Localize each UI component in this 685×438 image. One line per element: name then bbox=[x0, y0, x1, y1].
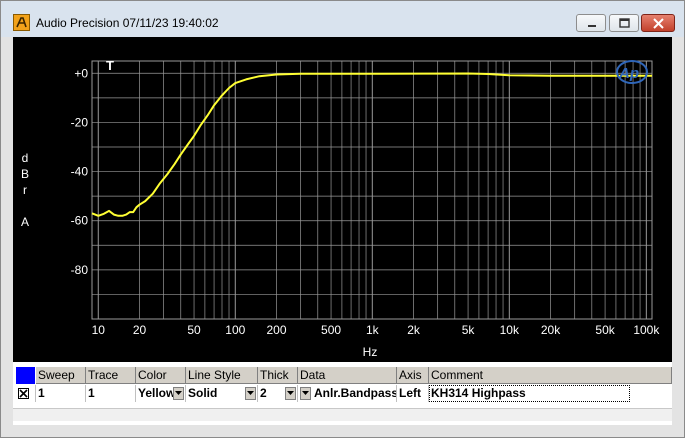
trace-cell[interactable]: 1 bbox=[86, 385, 136, 402]
column-header-data[interactable]: Data bbox=[298, 367, 397, 384]
minimize-button[interactable] bbox=[576, 14, 606, 32]
axis-cell[interactable]: Left bbox=[397, 385, 429, 402]
x-tick-label: 10k bbox=[500, 323, 520, 337]
y-tick-label: -80 bbox=[71, 263, 89, 277]
ap-logo-text: Ap bbox=[618, 65, 639, 82]
graph-panel: 10 20 50 100 200 500 1k 2k 5k 10k 20k 50k 100k +0 -20 -… bbox=[13, 37, 672, 425]
line-style-value: Solid bbox=[188, 386, 218, 400]
chart-ticks: 10 20 50 100 200 500 1k 2k 5k 10k 20k 50k 100k +0 -20 -… bbox=[71, 66, 661, 337]
y-tick-label: +0 bbox=[74, 66, 88, 80]
x-tick-label: 1k bbox=[366, 323, 380, 337]
maximize-icon bbox=[619, 18, 630, 28]
color-select[interactable]: Yellow bbox=[136, 385, 186, 402]
data-value: Anlr.Bandpass bbox=[314, 386, 397, 400]
column-header-axis[interactable]: Axis bbox=[397, 367, 429, 384]
x-tick-label: 50 bbox=[187, 323, 201, 337]
line-style-select[interactable]: Solid bbox=[186, 385, 258, 402]
x-tick-label: 10 bbox=[92, 323, 106, 337]
column-header-sweep[interactable]: Sweep bbox=[36, 367, 86, 384]
x-tick-label: 20 bbox=[133, 323, 147, 337]
x-axis-label: Hz bbox=[363, 345, 378, 359]
close-icon bbox=[653, 18, 664, 29]
table-row[interactable]: 1 1 Yellow Solid 2 Anlr.Bandpass Left KH… bbox=[13, 385, 672, 402]
x-tick-label: 5k bbox=[462, 323, 476, 337]
enabled-cell[interactable] bbox=[13, 385, 36, 402]
sweep-table[interactable]: Sweep Trace Color Line Style Thick Data … bbox=[13, 362, 672, 425]
sweep-cell[interactable]: 1 bbox=[36, 385, 86, 402]
column-header-comment[interactable]: Comment bbox=[429, 367, 672, 384]
line-style-dropdown-button[interactable] bbox=[245, 387, 256, 400]
y-tick-label: -60 bbox=[71, 214, 89, 228]
thick-value: 2 bbox=[260, 386, 267, 400]
color-value: Yellow bbox=[138, 386, 176, 400]
data-dropdown-button[interactable] bbox=[300, 387, 311, 400]
chevron-down-icon bbox=[175, 391, 182, 395]
x-tick-label: 200 bbox=[267, 323, 287, 337]
y-axis-label: d B r A bbox=[21, 151, 29, 229]
trace-marker: T bbox=[106, 58, 114, 73]
column-header-line-style[interactable]: Line Style bbox=[186, 367, 258, 384]
check-x-icon bbox=[19, 389, 28, 398]
x-tick-label: 100k bbox=[633, 323, 660, 337]
column-header-thick[interactable]: Thick bbox=[258, 367, 298, 384]
ap-logo-icon[interactable] bbox=[13, 14, 30, 31]
window-title: Audio Precision 07/11/23 19:40:02 bbox=[36, 16, 219, 30]
sweep-table-selector[interactable] bbox=[16, 367, 35, 384]
x-tick-label: 50k bbox=[595, 323, 615, 337]
x-tick-label: 100 bbox=[225, 323, 245, 337]
chevron-down-icon bbox=[302, 391, 309, 395]
column-header-trace[interactable]: Trace bbox=[86, 367, 136, 384]
y-axis-label-char: A bbox=[21, 215, 29, 229]
chevron-down-icon bbox=[247, 391, 254, 395]
data-select[interactable]: Anlr.Bandpass bbox=[298, 385, 397, 402]
chevron-down-icon bbox=[287, 391, 294, 395]
y-axis-label-char: B bbox=[21, 167, 29, 181]
frequency-response-chart: 10 20 50 100 200 500 1k 2k 5k 10k 20k 50k 100k +0 -20 -… bbox=[21, 58, 661, 359]
column-header-color[interactable]: Color bbox=[136, 367, 186, 384]
y-tick-label: -40 bbox=[71, 165, 89, 179]
maximize-button[interactable] bbox=[609, 14, 639, 32]
thick-dropdown-button[interactable] bbox=[285, 387, 296, 400]
y-axis-label-char: r bbox=[23, 183, 27, 197]
minimize-icon bbox=[588, 25, 596, 27]
horizontal-scrollbar[interactable] bbox=[13, 408, 672, 421]
x-tick-label: 2k bbox=[407, 323, 421, 337]
close-button[interactable] bbox=[641, 14, 675, 32]
app-window: Audio Precision 07/11/23 19:40:02 10 20 50… bbox=[0, 0, 685, 438]
y-axis-label-char: d bbox=[22, 151, 29, 165]
ap-brand-logo: Ap bbox=[616, 60, 648, 84]
y-tick-label: -20 bbox=[71, 115, 89, 129]
comment-cell[interactable]: KH314 Highpass bbox=[429, 385, 672, 402]
x-tick-label: 500 bbox=[321, 323, 341, 337]
comment-focus-box bbox=[429, 385, 630, 402]
title-bar[interactable]: Audio Precision 07/11/23 19:40:02 bbox=[1, 1, 684, 37]
x-tick-label: 20k bbox=[541, 323, 561, 337]
enabled-checkbox[interactable] bbox=[18, 388, 29, 399]
thick-select[interactable]: 2 bbox=[258, 385, 298, 402]
chart-grid bbox=[91, 60, 653, 320]
color-dropdown-button[interactable] bbox=[173, 387, 184, 400]
